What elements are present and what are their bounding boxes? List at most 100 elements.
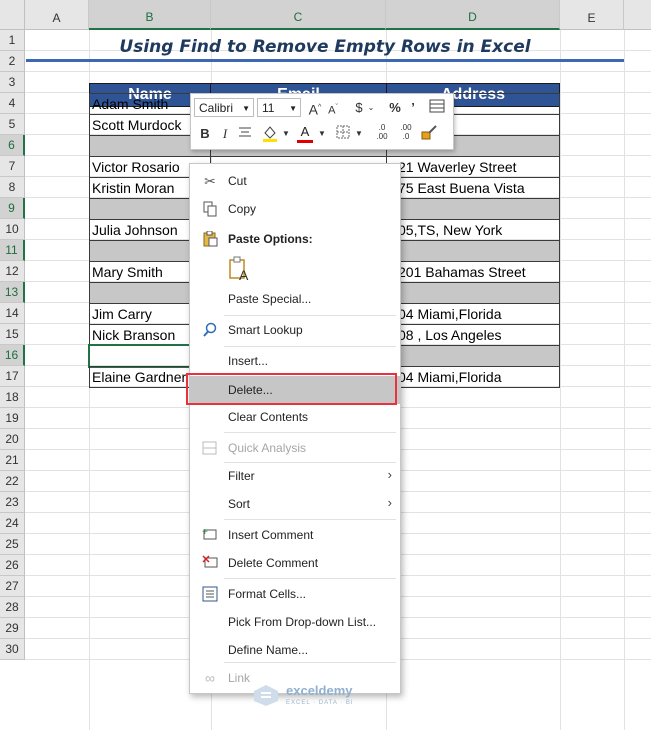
percent-button[interactable]: % bbox=[387, 99, 403, 117]
row-header[interactable]: 9 bbox=[0, 198, 25, 219]
menu-item-filter[interactable]: Filter › bbox=[190, 463, 400, 489]
row-header[interactable]: 8 bbox=[0, 177, 25, 198]
chevron-down-icon: ▼ bbox=[289, 104, 297, 113]
menu-item-insert[interactable]: Insert... bbox=[190, 348, 400, 374]
column-header-c[interactable]: C bbox=[211, 0, 386, 30]
italic-button[interactable]: I bbox=[217, 125, 233, 143]
column-header-e[interactable]: E bbox=[560, 0, 624, 30]
font-name-box[interactable]: Calibri ▼ bbox=[194, 98, 254, 117]
row-header[interactable]: 6 bbox=[0, 135, 25, 156]
menu-item-sort[interactable]: Sort › bbox=[190, 491, 400, 517]
gridline bbox=[560, 30, 561, 730]
row-header[interactable]: 2 bbox=[0, 51, 25, 72]
chevron-down-icon: ▼ bbox=[242, 104, 250, 113]
row-header[interactable]: 28 bbox=[0, 597, 25, 618]
menu-item-paste-special[interactable]: Paste Special... bbox=[190, 286, 400, 312]
mini-toolbar: Calibri ▼ 11 ▼ A^ Aˇ $ ⌄ % ’ B I ▼ A ▼ ▼… bbox=[190, 93, 454, 150]
row-header[interactable]: 3 bbox=[0, 72, 25, 93]
row-header[interactable]: 17 bbox=[0, 366, 25, 387]
table-cell[interactable] bbox=[386, 282, 560, 304]
row-header[interactable]: 13 bbox=[0, 282, 25, 303]
table-cell[interactable]: 04 Miami,Florida bbox=[386, 366, 560, 388]
menu-item-delete-comment[interactable]: Delete Comment bbox=[190, 550, 400, 576]
format-painter-icon[interactable] bbox=[421, 124, 437, 142]
row-header[interactable]: 26 bbox=[0, 555, 25, 576]
row-header[interactable]: 14 bbox=[0, 303, 25, 324]
column-header-b[interactable]: B bbox=[89, 0, 211, 30]
table-cell[interactable]: 201 Bahamas Street bbox=[386, 261, 560, 283]
font-name-value: Calibri bbox=[199, 101, 234, 115]
row-header[interactable]: 19 bbox=[0, 408, 25, 429]
row-header[interactable]: 29 bbox=[0, 618, 25, 639]
row-header[interactable]: 18 bbox=[0, 387, 25, 408]
row-header[interactable]: 4 bbox=[0, 93, 25, 114]
align-center-icon[interactable] bbox=[237, 125, 253, 143]
table-cell[interactable]: 04 Miami,Florida bbox=[386, 303, 560, 325]
table-cell[interactable]: 05,TS, New York bbox=[386, 219, 560, 241]
scissors-icon: ✂ bbox=[204, 173, 216, 189]
copy-icon bbox=[202, 201, 218, 217]
row-header[interactable]: 15 bbox=[0, 324, 25, 345]
menu-item-smart-lookup[interactable]: Smart Lookup bbox=[190, 317, 400, 343]
increase-decimal-button[interactable]: .0.00 bbox=[371, 123, 393, 141]
row-header[interactable]: 25 bbox=[0, 534, 25, 555]
row-header[interactable]: 12 bbox=[0, 261, 25, 282]
table-cell[interactable] bbox=[386, 198, 560, 220]
row-header[interactable]: 23 bbox=[0, 492, 25, 513]
row-header[interactable]: 7 bbox=[0, 156, 25, 177]
menu-item-clear-contents[interactable]: Clear Contents bbox=[190, 404, 400, 430]
table-cell[interactable] bbox=[386, 345, 560, 367]
decrease-decimal-button[interactable]: .00.0 bbox=[395, 123, 417, 141]
menu-item-quick-analysis: Quick Analysis bbox=[190, 435, 400, 461]
row-header[interactable]: 27 bbox=[0, 576, 25, 597]
bold-button[interactable]: B bbox=[197, 125, 213, 143]
font-color-button[interactable]: A bbox=[297, 123, 313, 143]
exceldemy-logo-icon bbox=[254, 685, 278, 706]
chevron-down-icon[interactable]: ▼ bbox=[351, 125, 367, 143]
delete-highlight-box bbox=[186, 373, 397, 405]
menu-item-cut[interactable]: ✂ Cut bbox=[190, 168, 400, 194]
font-size-value: 11 bbox=[262, 101, 275, 115]
new-comment-icon: + bbox=[202, 527, 218, 543]
fill-color-icon[interactable] bbox=[261, 124, 277, 142]
comma-button[interactable]: ’ bbox=[405, 99, 421, 117]
format-table-icon[interactable] bbox=[429, 98, 445, 116]
menu-separator bbox=[224, 578, 396, 579]
borders-icon[interactable] bbox=[335, 125, 351, 143]
sheet-title: Using Find to Remove Empty Rows in Excel bbox=[119, 37, 531, 57]
table-cell[interactable]: 21 Waverley Street bbox=[386, 156, 560, 178]
row-header[interactable]: 16 bbox=[0, 345, 25, 366]
table-cell[interactable]: 08 , Los Angeles bbox=[386, 324, 560, 346]
row-header[interactable]: 24 bbox=[0, 513, 25, 534]
search-icon bbox=[202, 322, 218, 338]
clipboard-icon bbox=[202, 230, 218, 247]
menu-item-format-cells[interactable]: Format Cells... bbox=[190, 581, 400, 607]
row-header[interactable]: 10 bbox=[0, 219, 25, 240]
table-cell[interactable]: 75 East Buena Vista bbox=[386, 177, 560, 199]
font-size-box[interactable]: 11 ▼ bbox=[257, 98, 301, 117]
row-header[interactable]: 5 bbox=[0, 114, 25, 135]
shrink-font-button[interactable]: Aˇ bbox=[325, 99, 341, 117]
column-header-a[interactable]: A bbox=[25, 0, 89, 30]
menu-item-pick-from-list[interactable]: Pick From Drop-down List... bbox=[190, 609, 400, 635]
row-header[interactable]: 11 bbox=[0, 240, 25, 261]
chevron-down-icon[interactable]: ▼ bbox=[278, 125, 294, 143]
row-header[interactable]: 30 bbox=[0, 639, 25, 660]
grow-font-button[interactable]: A^ bbox=[307, 99, 323, 118]
paste-button-icon[interactable]: A bbox=[228, 256, 252, 283]
menu-item-define-name[interactable]: Define Name... bbox=[190, 637, 400, 663]
select-all-corner[interactable] bbox=[0, 0, 25, 30]
chevron-right-icon: › bbox=[387, 495, 392, 510]
svg-text:+: + bbox=[202, 527, 208, 538]
column-header-f[interactable] bbox=[624, 0, 651, 30]
menu-item-copy[interactable]: Copy bbox=[190, 196, 400, 222]
column-header-d[interactable]: D bbox=[386, 0, 560, 30]
row-header[interactable]: 21 bbox=[0, 450, 25, 471]
chevron-down-icon[interactable]: ▼ bbox=[314, 125, 330, 143]
chevron-down-icon[interactable]: ⌄ bbox=[363, 99, 379, 117]
row-header[interactable]: 22 bbox=[0, 471, 25, 492]
table-cell[interactable] bbox=[386, 240, 560, 262]
row-header[interactable]: 20 bbox=[0, 429, 25, 450]
menu-item-insert-comment[interactable]: + Insert Comment bbox=[190, 522, 400, 548]
row-header[interactable]: 1 bbox=[0, 30, 25, 51]
